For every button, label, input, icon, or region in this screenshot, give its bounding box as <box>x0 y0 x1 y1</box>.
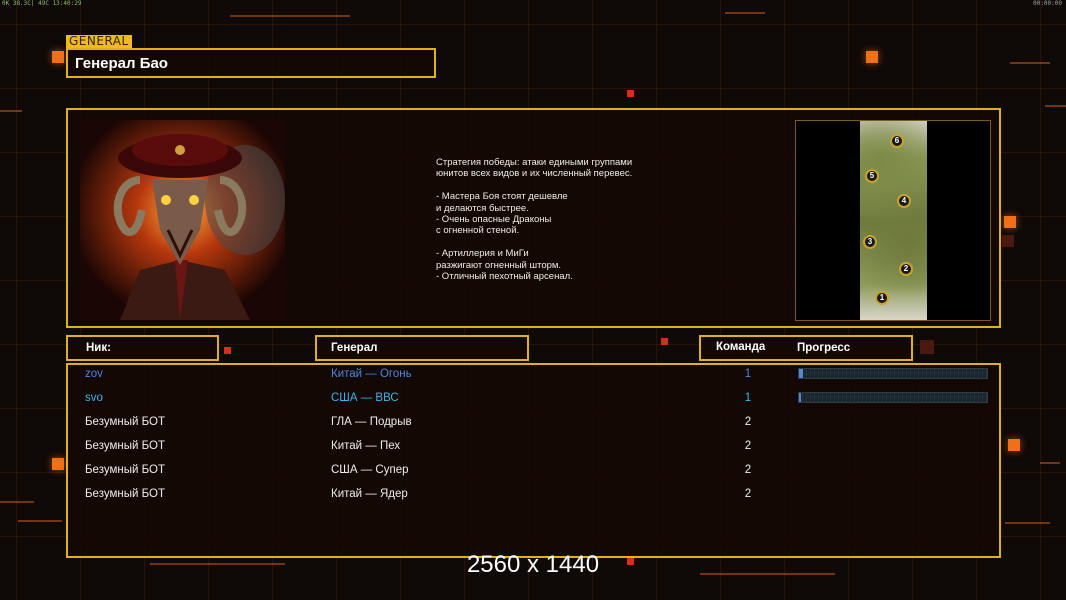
start-position-marker: 3 <box>863 235 877 249</box>
column-header-team-progress: Команда Прогресс <box>699 335 913 361</box>
player-general: Китай — Пех <box>331 440 401 452</box>
deco-line <box>1045 105 1066 107</box>
loading-progress-bar <box>798 368 988 379</box>
column-general-label: Генерал <box>331 342 378 354</box>
column-progress-label: Прогресс <box>797 342 851 354</box>
deco-line <box>230 15 350 17</box>
deco-square <box>627 90 634 97</box>
player-nick: Безумный БОТ <box>85 488 165 500</box>
deco-square <box>920 340 934 354</box>
player-general: США — Супер <box>331 464 409 476</box>
minimap[interactable]: 6 5 4 3 2 1 <box>795 120 991 321</box>
deco-line <box>725 12 765 14</box>
description-line: разжигают огненный шторм. <box>436 259 562 271</box>
player-nick: zov <box>85 368 103 380</box>
description-line: с огненной стеной. <box>436 225 520 237</box>
description-line: - Мастера Боя стоят дешевле <box>436 191 568 203</box>
deco-line <box>1010 62 1050 64</box>
general-portrait <box>80 120 285 320</box>
deco-square <box>866 51 878 63</box>
demon-general-image <box>80 120 285 320</box>
general-tag: GENERAL <box>66 35 132 48</box>
deco-square <box>52 458 64 470</box>
deco-square <box>52 51 64 63</box>
start-position-marker: 6 <box>890 134 904 148</box>
minimap-terrain: 6 5 4 3 2 1 <box>860 121 927 320</box>
progress-fill <box>799 369 803 378</box>
player-team: 1 <box>744 392 752 404</box>
general-title-panel: Генерал Бао <box>66 48 436 78</box>
description-line: и делаются быстрее. <box>436 202 529 214</box>
progress-fill <box>799 393 801 402</box>
player-row[interactable]: Безумный БОТ США — Супер 2 <box>68 464 999 486</box>
deco-line <box>0 110 22 112</box>
description-line: - Отличный пехотный арсенал. <box>436 271 573 283</box>
player-team: 2 <box>744 416 752 428</box>
player-nick: Безумный БОТ <box>85 464 165 476</box>
loading-progress-bar <box>798 392 988 403</box>
deco-line <box>1005 522 1050 524</box>
deco-square <box>1004 216 1016 228</box>
start-position-marker: 4 <box>897 194 911 208</box>
player-general: ГЛА — Подрыв <box>331 416 412 428</box>
deco-line <box>0 501 34 503</box>
deco-square <box>661 338 668 345</box>
description-line: юнитов всех видов и их численный перевес… <box>436 168 633 180</box>
player-row[interactable]: zov Китай — Огонь 1 <box>68 368 999 390</box>
player-general: США — ВВС <box>331 392 399 404</box>
deco-square <box>1002 235 1014 247</box>
player-general: Китай — Огонь <box>331 368 412 380</box>
general-name: Генерал Бао <box>75 55 168 72</box>
start-position-marker: 5 <box>865 169 879 183</box>
player-row[interactable]: Безумный БОТ Китай — Пех 2 <box>68 440 999 462</box>
player-row[interactable]: svo США — ВВС 1 <box>68 392 999 414</box>
column-team-label: Команда <box>716 341 766 353</box>
strategy-description: Стратегия победы: атаки едиными группами… <box>436 157 696 282</box>
description-line: - Очень опасные Драконы <box>436 214 552 226</box>
player-nick: svo <box>85 392 103 404</box>
column-header-general: Генерал <box>315 335 529 361</box>
start-position-marker: 2 <box>899 262 913 276</box>
player-general: Китай — Ядер <box>331 488 408 500</box>
hud-clock: 00:00:00 <box>1033 0 1062 7</box>
resolution-label: 2560 x 1440 <box>466 551 600 578</box>
deco-line <box>1040 462 1060 464</box>
general-info-panel: Стратегия победы: атаки едиными группами… <box>66 108 1001 328</box>
description-line: Стратегия победы: атаки едиными группами <box>436 157 633 168</box>
description-line <box>436 180 696 191</box>
description-line: - Артиллерия и МиГи <box>436 248 529 260</box>
deco-square <box>1008 439 1020 451</box>
deco-line <box>18 520 62 522</box>
player-nick: Безумный БОТ <box>85 440 165 452</box>
start-position-marker: 1 <box>875 291 889 305</box>
deco-square <box>224 347 231 354</box>
player-team: 1 <box>744 368 752 380</box>
player-team: 2 <box>744 464 752 476</box>
player-row[interactable]: Безумный БОТ ГЛА — Подрыв 2 <box>68 416 999 438</box>
player-row[interactable]: Безумный БОТ Китай — Ядер 2 <box>68 488 999 510</box>
players-table: zov Китай — Огонь 1 svo США — ВВС 1 Безумный Б… <box>66 363 1001 558</box>
player-team: 2 <box>744 488 752 500</box>
column-nick-label: Ник: <box>86 342 111 354</box>
hud-status: 0K 38.3C| 49C 13:40:29 <box>2 0 82 7</box>
player-nick: Безумный БОТ <box>85 416 165 428</box>
player-team: 2 <box>744 440 752 452</box>
description-line <box>436 237 696 248</box>
column-header-nick: Ник: <box>66 335 219 361</box>
